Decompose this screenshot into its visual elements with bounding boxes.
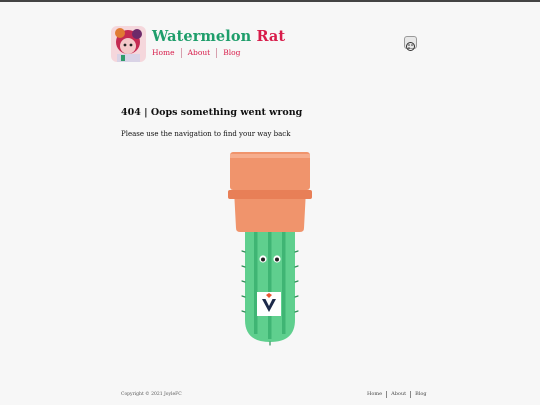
error-message: Please use the navigation to find your w… (121, 130, 291, 138)
site-title[interactable]: Watermelon Rat (152, 28, 285, 45)
nav-about-link[interactable]: About (180, 48, 217, 58)
site-title-rat: Rat (256, 28, 286, 45)
footer-copyright: Copyright © 2021 JoyleFC (121, 392, 182, 397)
top-border (0, 0, 540, 2)
footer-blog-link[interactable]: Blog (410, 391, 430, 398)
theme-toggle-button[interactable] (404, 36, 417, 51)
footer-about-link[interactable]: About (386, 391, 410, 398)
site-title-watermelon: Watermelon (152, 28, 252, 45)
palette-icon (406, 42, 415, 51)
cactus-in-upside-down-pot-icon (224, 152, 316, 347)
nav-blog-link[interactable]: Blog (216, 48, 246, 58)
footer-home-link[interactable]: Home (367, 391, 386, 398)
main-nav: Home About Blog (152, 48, 246, 58)
watermelon-rat-avatar-icon[interactable] (111, 26, 146, 62)
nav-home-link[interactable]: Home (152, 48, 181, 58)
footer-nav: Home About Blog (367, 391, 431, 398)
site-header: Watermelon Rat Home About Blog (111, 26, 421, 66)
error-heading: 404 | Oops something went wrong (121, 107, 303, 118)
